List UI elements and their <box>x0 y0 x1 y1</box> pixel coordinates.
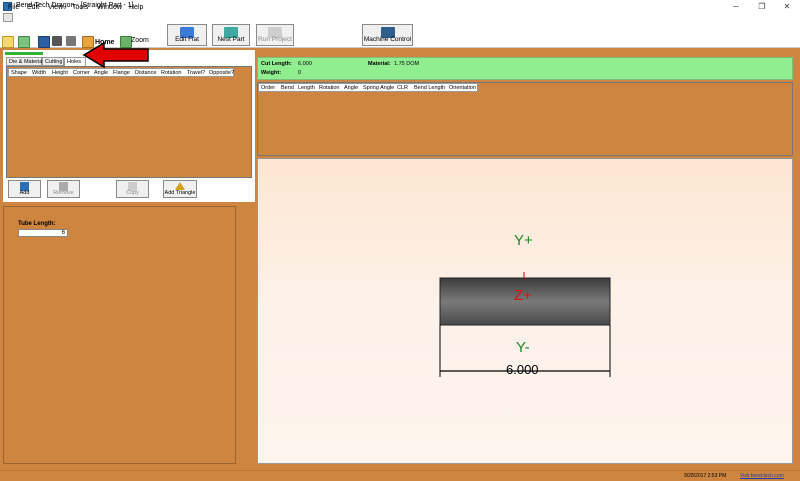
minimize-icon[interactable]: ─ <box>726 0 746 13</box>
cut-length-label: Cut Length: <box>261 61 292 67</box>
triangle-icon <box>175 182 185 190</box>
status-datetime: 9/28/2017 2:53 PM <box>684 473 727 479</box>
z-plus-label: Z+ <box>514 287 532 304</box>
tube-length-label: Tube Length: <box>18 221 56 227</box>
col-clr[interactable]: CLR <box>397 84 408 92</box>
menu-bar: File Edit View Tools Window Help <box>0 4 800 23</box>
run-project-button[interactable]: Run Project <box>256 24 294 46</box>
document-icon <box>3 13 13 22</box>
menu-file[interactable]: File <box>8 3 19 13</box>
y-plus-label: Y+ <box>514 232 533 249</box>
tab-cutting[interactable]: Cutting <box>42 57 64 66</box>
red-arrow-icon <box>82 41 149 69</box>
nest-part-button[interactable]: Nest Part <box>212 24 250 46</box>
progress-bar <box>5 52 43 55</box>
menu-edit[interactable]: Edit <box>27 3 39 13</box>
col-distance[interactable]: Distance <box>135 69 156 77</box>
col-flange[interactable]: Flange <box>113 69 130 77</box>
col-bend-angle[interactable]: Angle <box>344 84 358 92</box>
bend-grid[interactable] <box>257 82 793 156</box>
save-icon[interactable] <box>38 36 50 48</box>
col-corner[interactable]: Corner <box>73 69 90 77</box>
col-spring-angle[interactable]: Spring Angle <box>363 84 394 92</box>
col-rotation[interactable]: Rotation <box>161 69 182 77</box>
new-file-icon[interactable] <box>2 36 14 48</box>
edit-flat-button[interactable]: Edit Flat <box>167 24 207 46</box>
tube-panel: Tube Length: 6 <box>3 206 236 464</box>
bend-grid-header: Order Bend Length Rotation Angle Spring … <box>258 83 478 92</box>
menu-view[interactable]: View <box>48 3 63 13</box>
y-minus-label: Y- <box>516 339 530 356</box>
add-triangle-button[interactable]: Add Triangle <box>163 180 197 198</box>
menu-window[interactable]: Window <box>97 3 122 13</box>
maximize-icon[interactable]: ❐ <box>752 0 772 13</box>
part-view[interactable]: Y+ Z+ Y- 6.000 <box>257 158 793 464</box>
col-order[interactable]: Order <box>261 84 275 92</box>
weight-value: 0 <box>298 70 302 76</box>
copy-button[interactable]: Copy <box>116 180 149 198</box>
material-label: Material: <box>368 61 391 67</box>
holes-grid-header: Shape Width Height Corner Angle Flange D… <box>8 68 234 77</box>
status-bar: 9/28/2017 2:53 PM Visit bend-tech.com <box>0 470 800 481</box>
print-icon[interactable] <box>52 36 62 46</box>
col-shape[interactable]: Shape <box>11 69 27 77</box>
dimension-label: 6.000 <box>506 362 539 377</box>
col-angle[interactable]: Angle <box>94 69 108 77</box>
tab-die-material[interactable]: Die & Material <box>6 57 44 66</box>
col-travel[interactable]: Travel? <box>187 69 205 77</box>
tube-length-input[interactable]: 6 <box>18 229 68 237</box>
open-icon[interactable] <box>18 36 30 48</box>
remove-button[interactable]: Remove <box>47 180 80 198</box>
cut-length-value: 6.000 <box>298 61 312 67</box>
machine-control-button[interactable]: Machine Control <box>362 24 413 46</box>
weight-label: Weight: <box>261 70 282 76</box>
add-button[interactable]: Add <box>8 180 41 198</box>
print-preview-icon[interactable] <box>66 36 76 46</box>
col-bend[interactable]: Bend <box>281 84 294 92</box>
part-info-bar: Cut Length: 6.000 Material: 1.75 DOM Wei… <box>257 57 793 80</box>
tube-drawing <box>439 272 611 377</box>
col-bend-rotation[interactable]: Rotation <box>319 84 340 92</box>
col-height[interactable]: Height <box>52 69 68 77</box>
visit-website-link[interactable]: Visit bend-tech.com <box>740 473 784 479</box>
col-bend-length[interactable]: Bend Length <box>414 84 445 92</box>
material-value: 1.75 DOM <box>394 61 420 67</box>
menu-help[interactable]: Help <box>129 3 143 13</box>
col-opposite[interactable]: Opposite? <box>209 69 234 77</box>
holes-grid[interactable] <box>6 66 252 178</box>
menu-tools[interactable]: Tools <box>72 3 88 13</box>
close-icon[interactable]: ✕ <box>777 0 797 13</box>
col-width[interactable]: Width <box>32 69 46 77</box>
col-orientation[interactable]: Orientation <box>449 84 476 92</box>
col-length[interactable]: Length <box>298 84 315 92</box>
